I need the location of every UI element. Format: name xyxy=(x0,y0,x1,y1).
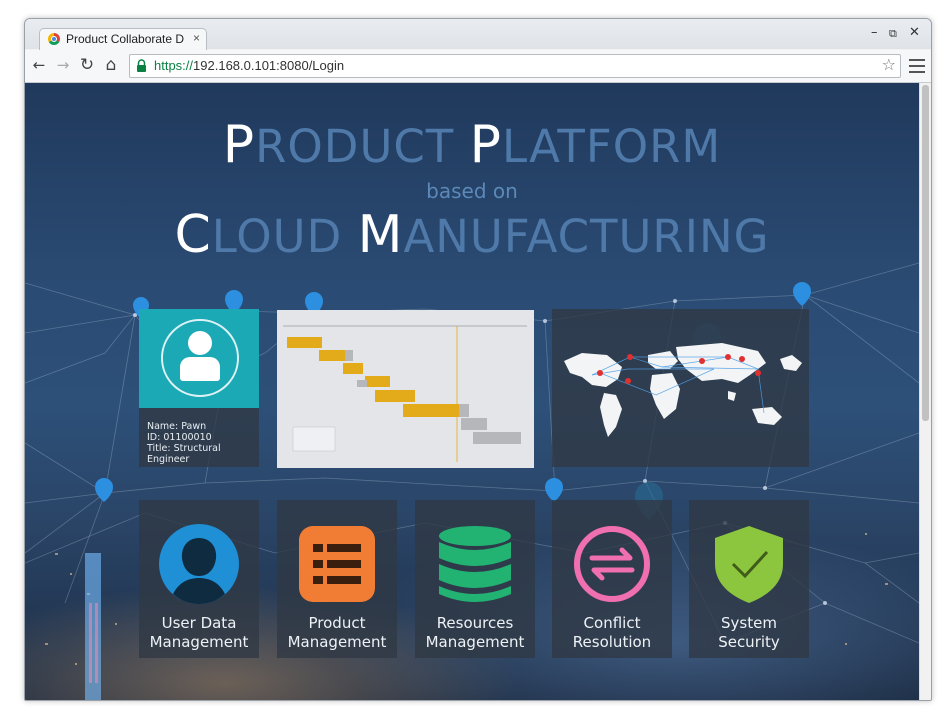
tile-product-management[interactable]: Product Management xyxy=(277,500,397,658)
tile-conflict-resolution[interactable]: Conflict Resolution xyxy=(552,500,672,658)
profile-info: Name: Pawn ID: 01100010 Title: Structura… xyxy=(147,421,259,465)
profile-header xyxy=(139,309,259,408)
avatar-body-icon xyxy=(180,357,220,381)
tab-close-icon[interactable]: × xyxy=(193,31,200,45)
restore-button[interactable]: ⧉ xyxy=(889,27,897,41)
browser-window: Product Collaborate Des × – ⧉ ✕ ← → ↻ ⌂ … xyxy=(24,18,932,701)
lock-icon xyxy=(137,59,146,72)
user-profile-card[interactable]: Name: Pawn ID: 01100010 Title: Structura… xyxy=(139,309,259,467)
profile-id: ID: 01100010 xyxy=(147,432,212,443)
tile-system-security[interactable]: System Security xyxy=(689,500,809,658)
avatar-head-icon xyxy=(188,331,212,355)
reload-button[interactable]: ↻ xyxy=(77,55,97,75)
page-viewport: PRODUCT PLATFORM based on CLOUD MANUFACT… xyxy=(25,83,919,700)
database-icon xyxy=(439,526,511,602)
close-window-button[interactable]: ✕ xyxy=(909,25,920,40)
browser-tab[interactable]: Product Collaborate Des × xyxy=(39,28,207,51)
url-text: https://192.168.0.101:8080/Login xyxy=(154,58,345,73)
gantt-chart-graphic xyxy=(283,325,527,462)
tile-label: System Security xyxy=(718,614,780,651)
tile-user-data-management[interactable]: User Data Management xyxy=(139,500,259,658)
chrome-favicon-icon xyxy=(48,33,60,45)
tab-title: Product Collaborate Des xyxy=(66,32,184,46)
tile-label: Product Management xyxy=(287,614,387,651)
title-line-based-on: based on xyxy=(426,179,518,203)
minimize-button[interactable]: – xyxy=(871,25,878,40)
back-button[interactable]: ← xyxy=(29,55,49,75)
address-bar[interactable]: https://192.168.0.101:8080/Login ☆ xyxy=(129,54,901,78)
shield-check-icon xyxy=(715,526,783,603)
tile-label: User Data Management xyxy=(149,614,249,651)
world-map-panel[interactable] xyxy=(552,309,809,467)
home-button[interactable]: ⌂ xyxy=(101,55,121,75)
title-line-cloud-manufacturing: CLOUD MANUFACTURING xyxy=(174,205,770,265)
profile-title: Title: Structural Engineer xyxy=(147,443,221,465)
user-silhouette-icon xyxy=(159,524,239,604)
gantt-chart-panel[interactable] xyxy=(277,310,534,468)
list-icon xyxy=(299,526,375,602)
profile-name: Name: Pawn xyxy=(147,421,207,432)
title-line-product-platform: PRODUCT PLATFORM xyxy=(222,115,722,175)
browser-toolbar: ← → ↻ ⌂ https://192.168.0.101:8080/Login… xyxy=(25,50,931,83)
vertical-scrollbar[interactable] xyxy=(919,83,931,700)
menu-icon[interactable] xyxy=(909,55,925,75)
tile-resources-management[interactable]: Resources Management xyxy=(415,500,535,658)
tile-label: Resources Management xyxy=(425,614,525,651)
world-map-graphic xyxy=(564,343,802,437)
bookmark-star-icon[interactable]: ☆ xyxy=(882,55,896,74)
title-bar: Product Collaborate Des × – ⧉ ✕ xyxy=(25,19,931,51)
tile-label: Conflict Resolution xyxy=(572,614,652,651)
swap-arrows-icon xyxy=(574,526,650,602)
forward-button[interactable]: → xyxy=(53,55,73,75)
scrollbar-thumb[interactable] xyxy=(922,85,929,421)
